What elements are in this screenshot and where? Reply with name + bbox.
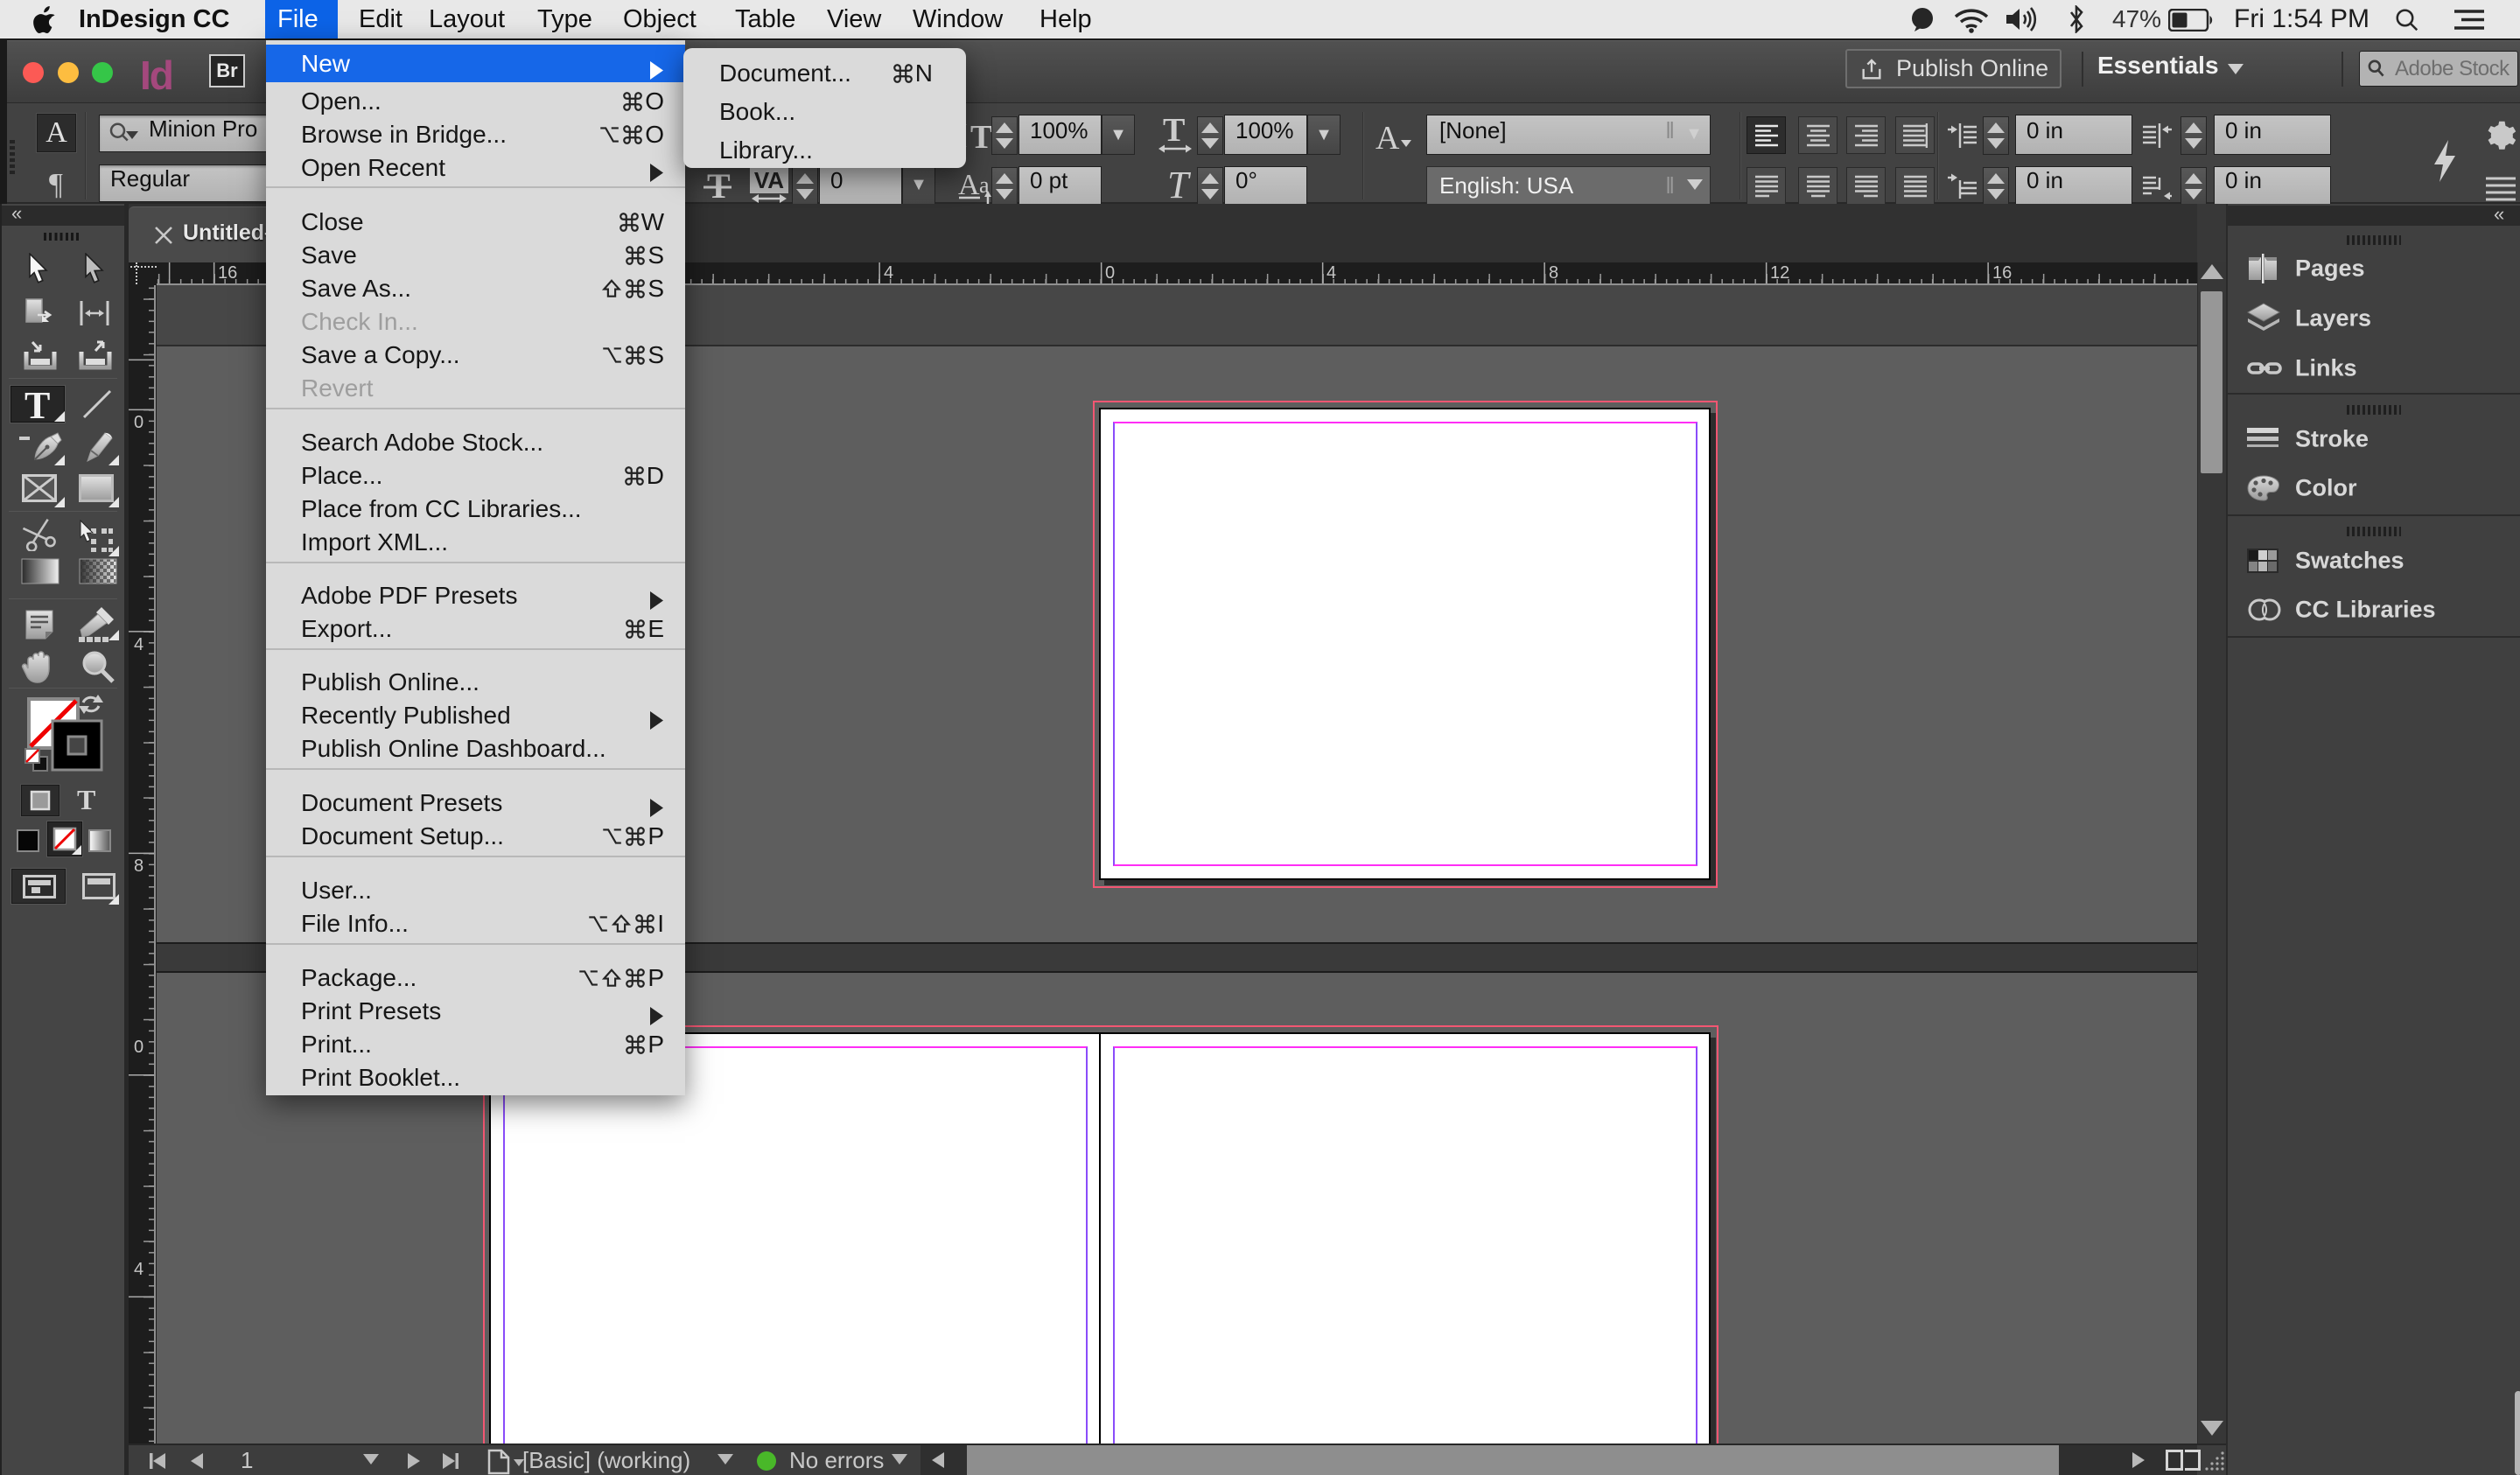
- svg-text:A: A: [958, 169, 980, 201]
- svg-text:T: T: [970, 119, 992, 155]
- svg-text:T: T: [1163, 115, 1185, 149]
- svg-text:T: T: [1167, 168, 1192, 203]
